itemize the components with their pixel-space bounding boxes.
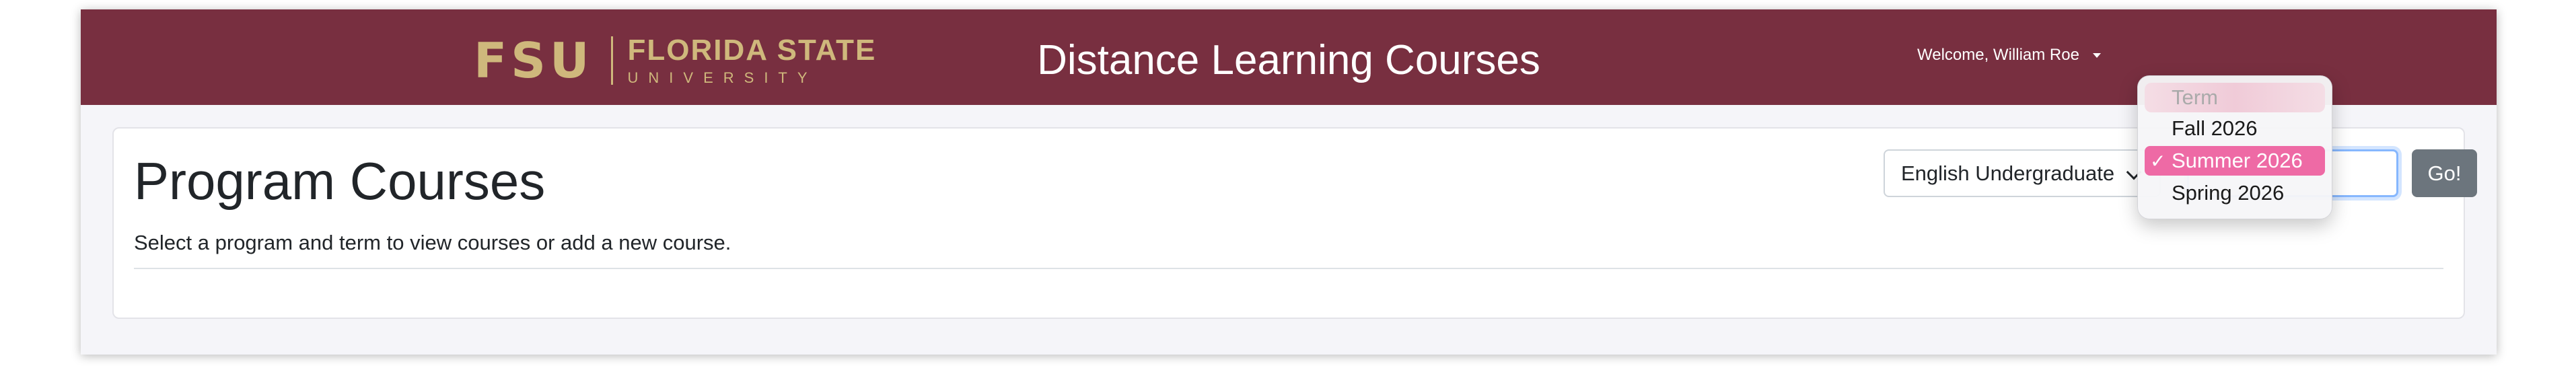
program-select[interactable]: English Undergraduate (1884, 149, 2161, 197)
term-dropdown-menu: Term Fall 2026 ✓ Summer 2026 Spring 2026 (2137, 75, 2332, 219)
term-option-placeholder: Term (2145, 83, 2325, 112)
term-option-label: Summer 2026 (2172, 149, 2303, 172)
top-navbar: FSU FLORIDA STATE UNIVERSITY Distance Le… (81, 9, 2497, 105)
go-button[interactable]: Go! (2412, 149, 2477, 197)
page-title: Program Courses (134, 151, 546, 211)
app-title: Distance Learning Courses (1037, 37, 1540, 83)
program-select-value: English Undergraduate (1901, 161, 2115, 185)
browser-window: FSU FLORIDA STATE UNIVERSITY Distance Le… (81, 9, 2497, 355)
caret-down-icon (2092, 52, 2101, 58)
program-courses-card: Program Courses Select a program and ter… (112, 127, 2477, 319)
page-subtitle: Select a program and term to view course… (134, 231, 731, 254)
divider (134, 268, 2443, 269)
user-menu-toggle[interactable]: Welcome, William Roe (1917, 46, 2101, 65)
checkmark-icon: ✓ (2150, 150, 2166, 172)
user-welcome-label: Welcome, William Roe (1917, 46, 2079, 64)
term-option-selected[interactable]: ✓ Summer 2026 (2145, 146, 2325, 176)
term-option[interactable]: Spring 2026 (2145, 178, 2325, 208)
term-option[interactable]: Fall 2026 (2145, 114, 2325, 143)
